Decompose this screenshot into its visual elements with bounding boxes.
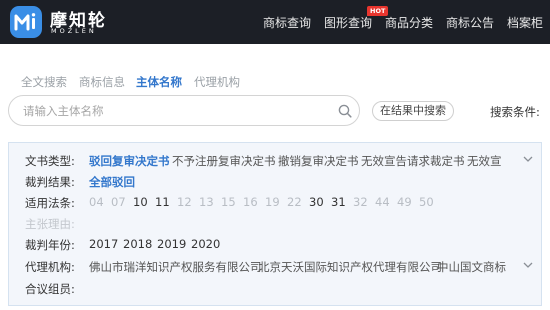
tab-entity-name[interactable]: 主体名称 bbox=[136, 74, 182, 90]
tab-trademark-info[interactable]: 商标信息 bbox=[79, 74, 125, 90]
law-option[interactable]: 11 bbox=[155, 195, 170, 209]
agency-option[interactable]: 北京天沃国际知识产权代理有限公司 bbox=[258, 259, 442, 275]
year-option[interactable]: 2018 bbox=[123, 237, 152, 251]
search-input[interactable] bbox=[23, 102, 323, 120]
law-option[interactable]: 10 bbox=[133, 195, 148, 209]
top-navigation-bar: 摩知轮 MOZLEN 商标查询 图形查询 HOT 商品分类 商标公告 档案柜 bbox=[0, 0, 550, 44]
year-option[interactable]: 2017 bbox=[89, 237, 118, 251]
search-conditions-label: 搜索条件: bbox=[490, 105, 540, 119]
chevron-down-icon[interactable] bbox=[523, 262, 533, 269]
nav-image-search[interactable]: 图形查询 bbox=[324, 14, 372, 31]
nav-goods-classification[interactable]: 商品分类 bbox=[385, 14, 433, 31]
logo-m-icon[interactable] bbox=[10, 6, 42, 38]
search-icon[interactable] bbox=[338, 104, 352, 118]
law-option[interactable]: 19 bbox=[265, 195, 280, 209]
search-in-results-button[interactable]: 在结果中搜索 bbox=[372, 101, 454, 121]
nav-trademark-search[interactable]: 商标查询 bbox=[263, 14, 311, 31]
agency-option[interactable]: 中山国文商标 bbox=[437, 259, 506, 275]
law-option[interactable]: 16 bbox=[243, 195, 258, 209]
law-option[interactable]: 50 bbox=[419, 195, 434, 209]
tab-agency[interactable]: 代理机构 bbox=[194, 74, 240, 90]
law-option[interactable]: 31 bbox=[331, 195, 346, 209]
doc-type-option[interactable]: 不予注册复审决定书 bbox=[172, 153, 276, 169]
doc-type-option[interactable]: 撤销复审决定书 bbox=[278, 153, 359, 169]
agency-label: 代理机构: bbox=[25, 260, 75, 274]
law-label: 适用法条: bbox=[25, 196, 75, 210]
panel-members-label: 合议组员: bbox=[25, 282, 75, 296]
law-option[interactable]: 30 bbox=[309, 195, 324, 209]
tab-full-text[interactable]: 全文搜索 bbox=[21, 74, 67, 90]
law-option[interactable]: 12 bbox=[177, 195, 192, 209]
filter-panel: 文书类型: 驳回复审决定书 不予注册复审决定书 撤销复审决定书 无效宣告请求裁定… bbox=[8, 142, 542, 306]
law-option[interactable]: 49 bbox=[397, 195, 412, 209]
reason-label: 主张理由: bbox=[25, 217, 75, 231]
doc-type-option[interactable]: 无效宣告请求裁定书 bbox=[361, 153, 465, 169]
nav-trademark-announcement[interactable]: 商标公告 bbox=[446, 14, 494, 31]
agency-option[interactable]: 佛山市瑞洋知识产权服务有限公司 bbox=[89, 259, 262, 275]
law-option[interactable]: 07 bbox=[111, 195, 126, 209]
law-option[interactable]: 22 bbox=[287, 195, 302, 209]
doc-type-label: 文书类型: bbox=[25, 154, 75, 168]
law-option[interactable]: 32 bbox=[353, 195, 368, 209]
law-option[interactable]: 44 bbox=[375, 195, 390, 209]
year-option[interactable]: 2019 bbox=[157, 237, 186, 251]
law-option[interactable]: 15 bbox=[221, 195, 236, 209]
nav-archive-cabinet[interactable]: 档案柜 bbox=[507, 14, 543, 31]
search-box bbox=[8, 95, 360, 126]
doc-type-option[interactable]: 无效宣 bbox=[467, 153, 502, 169]
chevron-down-icon[interactable] bbox=[523, 156, 533, 163]
brand-subtitle: MOZLEN bbox=[51, 27, 97, 35]
law-option[interactable]: 04 bbox=[89, 195, 104, 209]
law-option[interactable]: 13 bbox=[199, 195, 214, 209]
result-label: 裁判结果: bbox=[25, 175, 75, 189]
doc-type-option[interactable]: 驳回复审决定书 bbox=[89, 153, 170, 169]
year-label: 裁判年份: bbox=[25, 238, 75, 252]
year-option[interactable]: 2020 bbox=[191, 237, 220, 251]
result-option[interactable]: 全部驳回 bbox=[89, 174, 135, 190]
